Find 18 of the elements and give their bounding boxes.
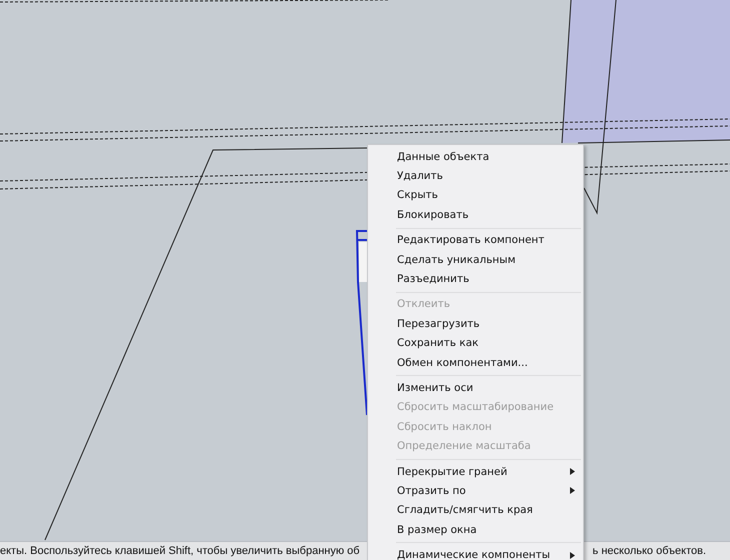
menu-item[interactable]: Изменить оси: [368, 378, 583, 398]
menu-item[interactable]: Отразить по: [368, 481, 583, 501]
menu-item[interactable]: Сохранить как: [368, 334, 583, 353]
menu-item[interactable]: Удалить: [368, 166, 583, 186]
menu-item[interactable]: В размер окна: [368, 520, 583, 540]
menu-item[interactable]: Сгладить/смягчить края: [368, 500, 583, 520]
status-text: екты. Воспользуйтесь клавишей Shift, чтобы увеличить выбранную об: [0, 545, 360, 557]
status-text: ь несколько объектов.: [592, 545, 706, 557]
menu-item[interactable]: Перезагрузить: [368, 314, 583, 334]
menu-item[interactable]: Разъединить: [368, 269, 583, 289]
menu-item[interactable]: Обмен компонентами...: [368, 352, 583, 372]
menu-item[interactable]: Скрыть: [368, 186, 583, 206]
menu-item[interactable]: Блокировать: [368, 205, 583, 225]
menu-item[interactable]: Динамические компоненты: [368, 545, 583, 560]
menu-item[interactable]: Сделать уникальным: [368, 250, 583, 270]
menu-item[interactable]: Перекрытие граней: [368, 462, 583, 482]
menu-item[interactable]: Данные объекта: [368, 147, 583, 166]
menu-item[interactable]: Редактировать компонент: [368, 230, 583, 250]
